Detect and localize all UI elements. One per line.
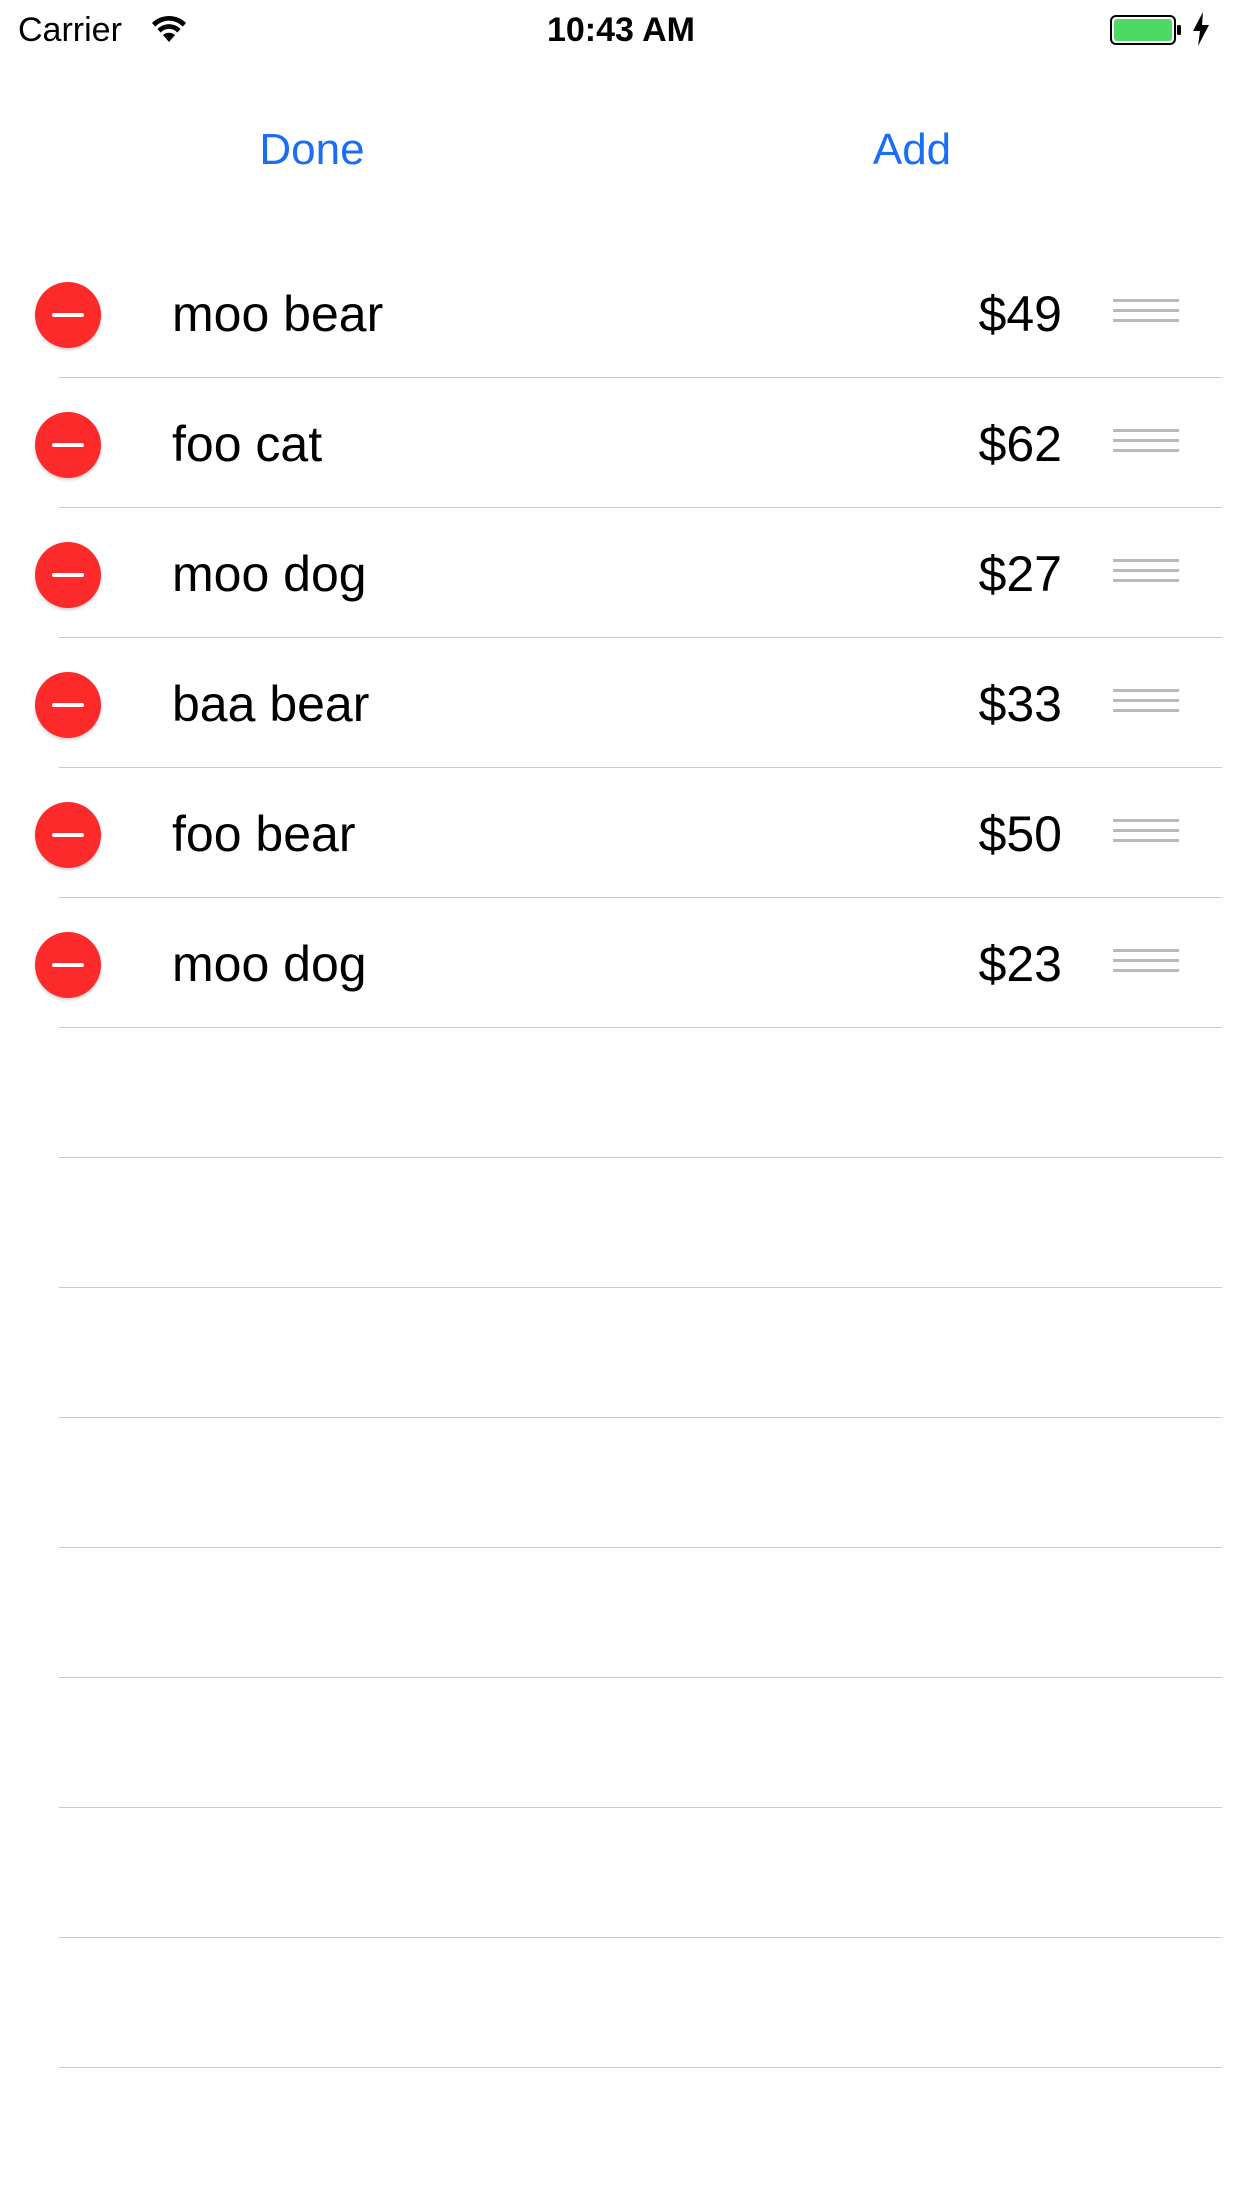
- reorder-handle-icon[interactable]: [1113, 296, 1179, 326]
- delete-control[interactable]: [35, 542, 101, 608]
- status-bar: Carrier 10:43 AM: [0, 0, 1242, 60]
- delete-control[interactable]: [35, 282, 101, 348]
- clock: 10:43 AM: [546, 11, 696, 49]
- item-price: $23: [978, 936, 1062, 992]
- table-row[interactable]: foo cat $62: [0, 378, 1242, 508]
- item-price: $62: [978, 416, 1062, 472]
- reorder-handle-icon[interactable]: [1113, 556, 1179, 586]
- minus-icon: [52, 443, 84, 447]
- minus-icon: [52, 963, 84, 967]
- reorder-handle-icon[interactable]: [1113, 686, 1179, 716]
- items-table: moo bear $49 foo cat $62 moo dog $27 baa…: [0, 248, 1242, 2068]
- empty-row: [0, 1418, 1242, 1548]
- minus-icon: [52, 313, 84, 317]
- minus-icon: [52, 833, 84, 837]
- empty-row: [0, 1288, 1242, 1418]
- delete-control[interactable]: [35, 672, 101, 738]
- item-price: $50: [978, 806, 1062, 862]
- minus-icon: [52, 703, 84, 707]
- done-button[interactable]: Done: [212, 120, 412, 180]
- charging-icon: [1193, 12, 1209, 46]
- item-price: $33: [978, 676, 1062, 732]
- add-button[interactable]: Add: [812, 120, 1012, 180]
- empty-row: [0, 1158, 1242, 1288]
- battery-icon: [1110, 15, 1181, 45]
- empty-row: [0, 1548, 1242, 1678]
- table-row[interactable]: foo bear $50: [0, 768, 1242, 898]
- reorder-handle-icon[interactable]: [1113, 946, 1179, 976]
- delete-control[interactable]: [35, 802, 101, 868]
- item-name: moo dog: [172, 546, 367, 602]
- item-name: moo dog: [172, 936, 367, 992]
- item-name: baa bear: [172, 676, 370, 732]
- table-row[interactable]: baa bear $33: [0, 638, 1242, 768]
- empty-row: [0, 1938, 1242, 2068]
- item-name: foo cat: [172, 416, 323, 472]
- table-row[interactable]: moo dog $23: [0, 898, 1242, 1028]
- item-name: moo bear: [172, 286, 384, 342]
- empty-row: [0, 1678, 1242, 1808]
- delete-control[interactable]: [35, 932, 101, 998]
- delete-control[interactable]: [35, 412, 101, 478]
- item-name: foo bear: [172, 806, 356, 862]
- table-row[interactable]: moo bear $49: [0, 248, 1242, 378]
- minus-icon: [52, 573, 84, 577]
- item-price: $27: [978, 546, 1062, 602]
- item-price: $49: [978, 286, 1062, 342]
- reorder-handle-icon[interactable]: [1113, 816, 1179, 846]
- reorder-handle-icon[interactable]: [1113, 426, 1179, 456]
- empty-row: [0, 1028, 1242, 1158]
- empty-row: [0, 1808, 1242, 1938]
- table-row[interactable]: moo dog $27: [0, 508, 1242, 638]
